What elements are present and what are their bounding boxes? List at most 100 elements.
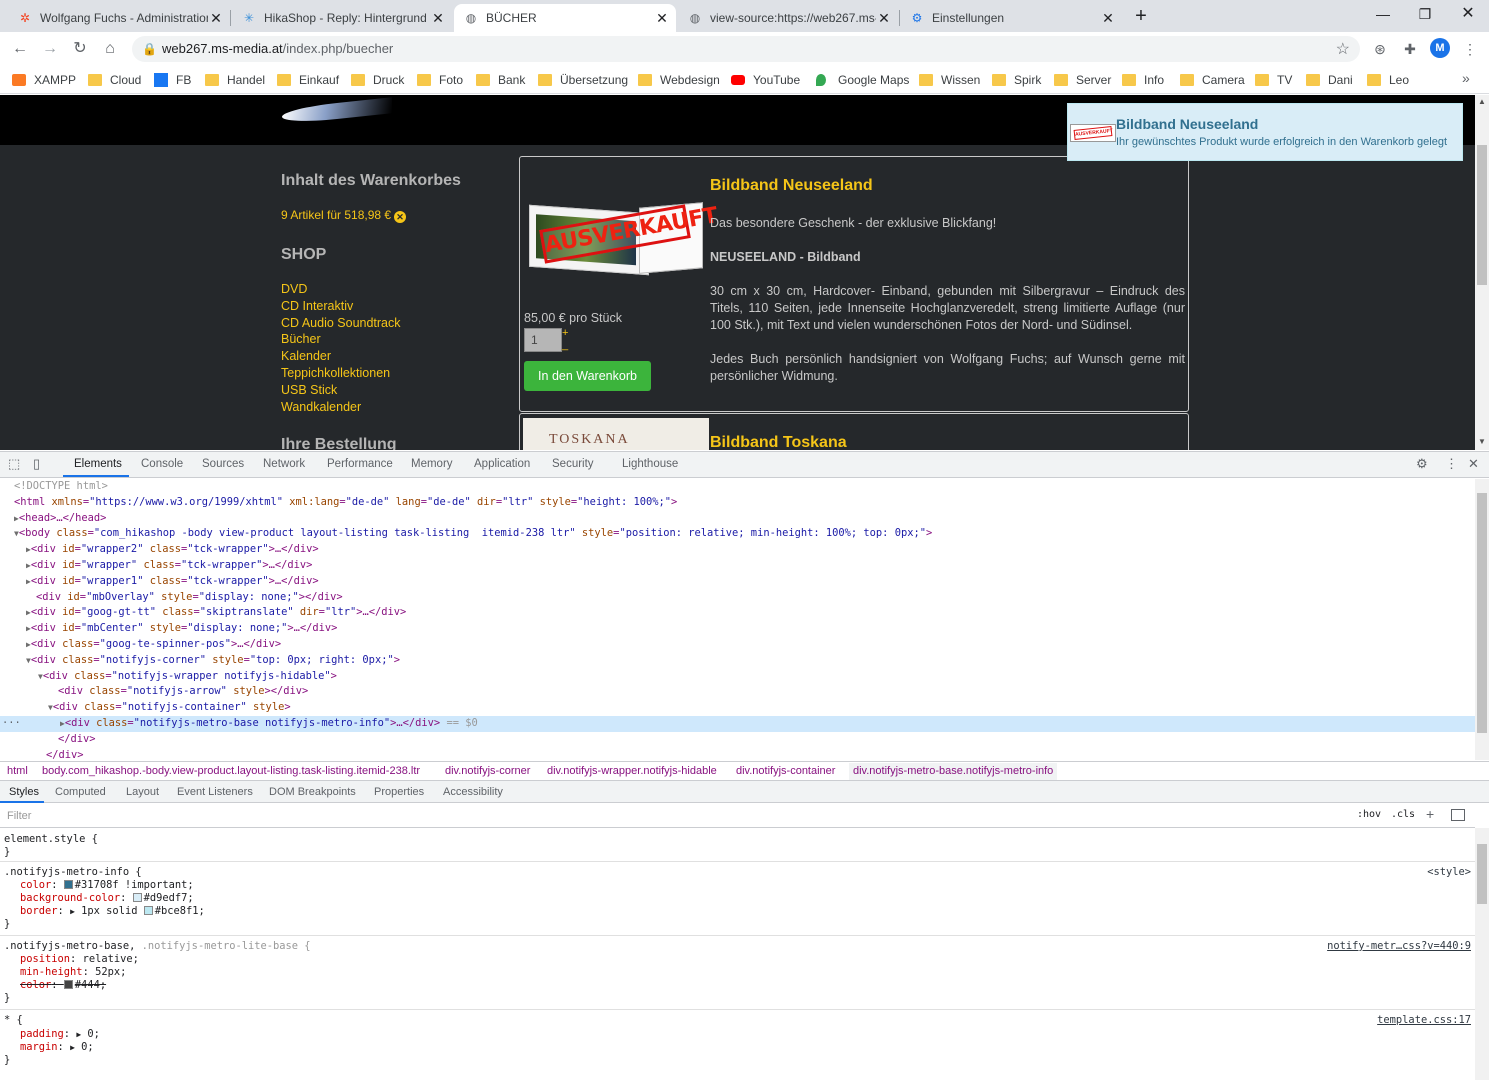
crumb-notifyjs-container[interactable]: div.notifyjs-container [736,765,835,777]
declaration-min-height[interactable]: min-height: 52px; [4,966,126,979]
clear-cart-icon[interactable]: ✕ [394,211,407,223]
bookmark-leo[interactable]: Leo [1367,72,1409,88]
settings-gear-icon[interactable]: ⚙ [1416,456,1428,472]
bookmark-wissen[interactable]: Wissen [919,72,980,88]
dom-node[interactable]: ▶<div class="goog-te-spinner-pos">…</div… [0,637,1475,653]
dom-node[interactable]: <div class="notifyjs-arrow" style></div> [0,684,1475,700]
shop-link-kalender[interactable]: Kalender [281,348,401,365]
shop-link-cd-interaktiv[interactable]: CD Interaktiv [281,298,401,315]
tab-administration[interactable]: ✲ Wolfgang Fuchs - Administration ✕ [8,4,230,32]
close-devtools-icon[interactable]: ✕ [1468,456,1479,472]
tab-sources[interactable]: Sources [202,458,244,470]
dom-node[interactable]: </div> [0,732,1475,748]
close-icon[interactable]: ✕ [208,10,224,27]
bookmark-spirk[interactable]: Spirk [992,72,1041,88]
forward-icon[interactable]: → [38,37,62,61]
dom-node[interactable]: <html xmlns="https://www.w3.org/1999/xht… [0,495,1475,511]
inspect-element-icon[interactable]: ⬚ [8,456,20,472]
scrollbar-thumb[interactable] [1477,844,1487,904]
bookmark-camera[interactable]: Camera [1180,72,1245,88]
hover-state-toggle[interactable]: :hov [1357,809,1381,820]
dom-tree-scrollbar[interactable] [1475,479,1489,760]
close-icon[interactable]: ✕ [654,10,670,27]
new-tab-button[interactable]: + [1129,5,1153,27]
color-swatch[interactable] [143,906,153,915]
device-toolbar-icon[interactable]: ▯ [33,456,40,472]
subtab-properties[interactable]: Properties [374,786,424,798]
extensions-puzzle-icon[interactable]: ✚ [1401,40,1419,58]
bookmark-bank[interactable]: Bank [476,72,525,88]
styles-scrollbar[interactable] [1475,828,1489,1080]
declaration-position[interactable]: position: relative; [4,953,139,966]
scrollbar-thumb[interactable] [1477,493,1487,733]
extension-icon[interactable]: ⊛ [1371,40,1389,58]
rule-source[interactable]: notify-metr…css?v=440:9 [1327,940,1471,952]
rule-selector[interactable]: .notifyjs-metro-base, .notifyjs-metro-li… [4,940,311,953]
back-icon[interactable]: ← [8,37,32,61]
dom-node-selected[interactable]: ▶<div class="notifyjs-metro-base notifyj… [0,716,1475,732]
dom-node[interactable]: ▶<div id="mbCenter" style="display: none… [0,621,1475,637]
dom-node[interactable]: <div id="mbOverlay" style="display: none… [0,590,1475,606]
bookmark-uebersetzung[interactable]: Übersetzung [538,72,628,88]
tab-application[interactable]: Application [474,458,530,470]
quantity-plus[interactable]: + [562,327,568,339]
rule-selector[interactable]: .notifyjs-metro-info { [4,866,142,879]
subtab-accessibility[interactable]: Accessibility [443,786,503,798]
tab-network[interactable]: Network [263,458,305,470]
declaration-background[interactable]: background-color: #d9edf7; [4,892,194,905]
styles-filter-input[interactable]: Filter [7,810,31,822]
dom-node[interactable]: ▼<div class="notifyjs-container" style> [0,700,1475,716]
bookmark-webdesign[interactable]: Webdesign [638,72,720,88]
shop-link-teppichkollektionen[interactable]: Teppichkollektionen [281,365,401,382]
quantity-input[interactable]: 1 [524,328,562,352]
tab-buecher[interactable]: ◍ BÜCHER ✕ [454,4,676,32]
minimize-icon[interactable]: — [1363,4,1403,24]
tab-view-source[interactable]: ◍ view-source:https://web267.ms-m ✕ [678,4,898,32]
close-icon[interactable]: ✕ [876,10,892,27]
subtab-styles[interactable]: Styles [9,786,39,798]
tab-memory[interactable]: Memory [411,458,453,470]
tab-hikashop[interactable]: ✳ HikaShop - Reply: Hintergrund Wa ✕ [232,4,452,32]
declaration-color[interactable]: color: #31708f !important; [4,879,194,892]
page-scrollbar[interactable]: ▲ ▼ [1475,95,1489,450]
notification-toast[interactable]: AUSVERKAUFT Bildband Neuseeland Ihr gewü… [1067,103,1463,161]
tab-einstellungen[interactable]: ⚙ Einstellungen ✕ [900,4,1122,32]
dom-node[interactable]: <!DOCTYPE html> [0,479,1475,495]
window-close-icon[interactable]: ✕ [1448,4,1488,24]
dom-node[interactable]: ▶<div id="wrapper1" class="tck-wrapper">… [0,574,1475,590]
product-title[interactable]: Bildband Neuseeland [710,177,873,195]
color-swatch[interactable] [63,880,73,889]
bookmark-einkauf[interactable]: Einkauf [277,72,339,88]
rule-source[interactable]: <style> [1427,866,1471,878]
declaration-margin[interactable]: margin: ▶ 0; [4,1041,94,1054]
dom-node[interactable]: ▶<div id="wrapper" class="tck-wrapper">…… [0,558,1475,574]
crumb-notifyjs-wrapper[interactable]: div.notifyjs-wrapper.notifyjs-hidable [547,765,717,777]
close-icon[interactable]: ✕ [1100,10,1116,27]
product-image[interactable]: TOSKANA [523,418,709,450]
home-icon[interactable]: ⌂ [98,37,122,61]
bookmark-foto[interactable]: Foto [417,72,463,88]
maximize-icon[interactable]: ❐ [1405,4,1445,24]
shop-link-wandkalender[interactable]: Wandkalender [281,399,401,416]
subtab-event-listeners[interactable]: Event Listeners [177,786,253,798]
node-options-icon[interactable]: ··· [2,716,21,732]
shop-link-cd-audio[interactable]: CD Audio Soundtrack [281,315,401,332]
bookmark-dani[interactable]: Dani [1306,72,1353,88]
product-image[interactable]: AUSVERKAUFT [529,199,719,279]
subtab-computed[interactable]: Computed [55,786,106,798]
close-icon[interactable]: ✕ [430,10,446,27]
dom-node[interactable]: ▶<div id="wrapper2" class="tck-wrapper">… [0,542,1475,558]
rule-selector[interactable]: element.style { [4,833,98,846]
rule-selector[interactable]: * { [4,1014,23,1027]
subtab-dom-breakpoints[interactable]: DOM Breakpoints [269,786,356,798]
declaration-padding[interactable]: padding: ▶ 0; [4,1028,100,1041]
reload-icon[interactable]: ↻ [68,37,92,61]
shop-link-usb-stick[interactable]: USB Stick [281,382,401,399]
bookmark-star-icon[interactable]: ☆ [1336,39,1350,59]
kebab-menu-icon[interactable]: ⋮ [1461,40,1479,58]
declaration-color-overridden[interactable]: color: #444; [4,979,106,992]
dom-node[interactable]: ▼<div class="notifyjs-corner" style="top… [0,653,1475,669]
kebab-menu-icon[interactable]: ⋮ [1445,456,1458,472]
shop-link-buecher[interactable]: Bücher [281,331,401,348]
dom-node[interactable]: ▼<body class="com_hikashop -body view-pr… [0,526,1475,542]
